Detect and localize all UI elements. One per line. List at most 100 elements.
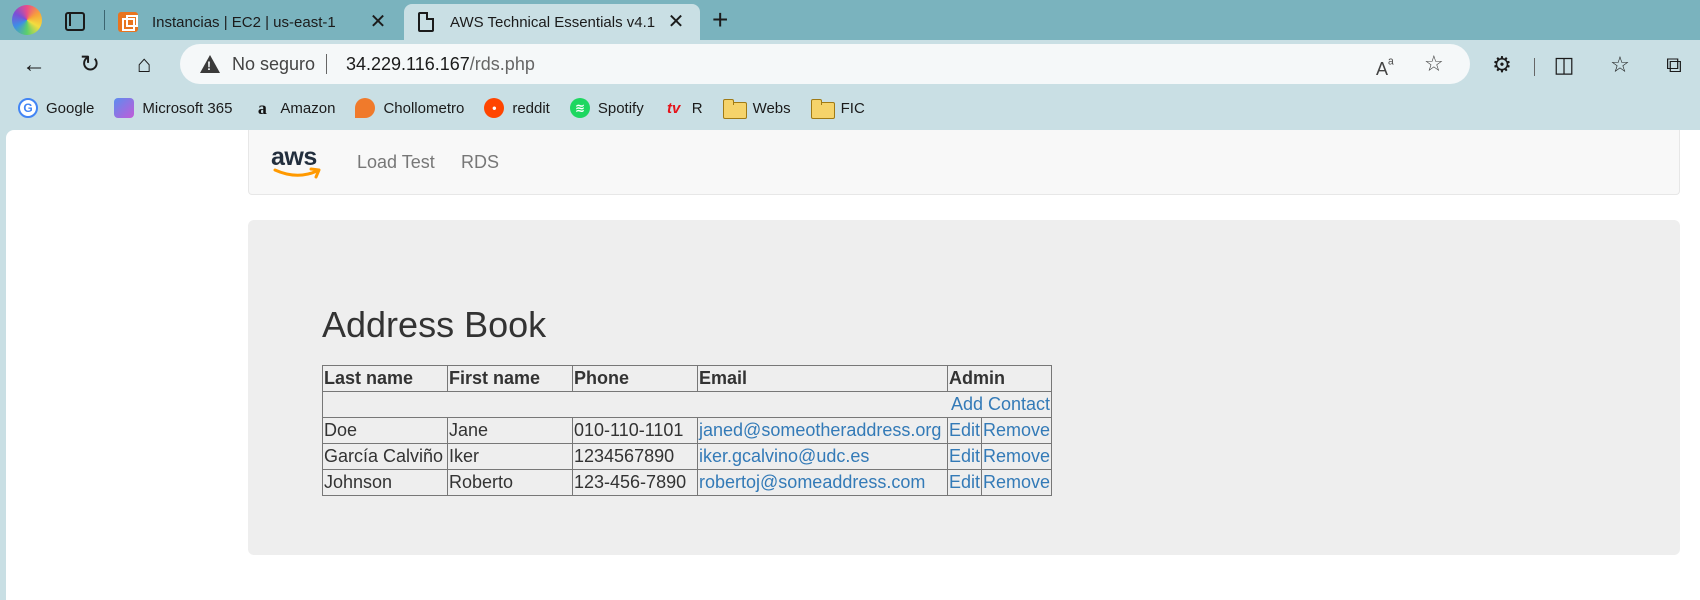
- warning-icon[interactable]: [200, 55, 220, 73]
- read-aloud-icon[interactable]: Aᵃ: [1376, 52, 1394, 81]
- url-text[interactable]: 34.229.116.167/rds.php: [346, 54, 535, 75]
- tab-aws-technical-essentials[interactable]: AWS Technical Essentials v4.1 ✕: [404, 4, 700, 40]
- cell-first-name: Roberto: [447, 469, 573, 496]
- cell-remove: Remove: [981, 469, 1053, 496]
- star-icon[interactable]: ☆: [1424, 52, 1444, 76]
- browser-toolbar: ← ↻ ⌂ No seguro 34.229.116.167/rds.php A…: [0, 40, 1700, 90]
- split-screen-icon[interactable]: ◫: [1550, 52, 1578, 78]
- edit-link[interactable]: Edit: [949, 446, 980, 466]
- cell-first-name: Jane: [447, 417, 573, 444]
- cell-remove: Remove: [981, 417, 1053, 444]
- bookmark-folder-webs[interactable]: Webs: [722, 99, 791, 119]
- header-last-name: Last name: [322, 365, 448, 392]
- remove-link[interactable]: Remove: [983, 420, 1050, 440]
- edit-link[interactable]: Edit: [949, 420, 980, 440]
- address-book-table: Last name First name Phone Email Admin A…: [321, 365, 1053, 496]
- bookmark-folder-fic[interactable]: FIC: [810, 99, 865, 119]
- nav-load-test[interactable]: Load Test: [357, 152, 435, 173]
- bookmark-spotify[interactable]: ≋ Spotify: [569, 98, 644, 118]
- cell-remove: Remove: [981, 443, 1053, 470]
- cell-first-name: Iker: [447, 443, 573, 470]
- table-row: Doe Jane 010-110-1101 janed@someotheradd…: [322, 417, 1053, 444]
- url-host: 34.229.116.167: [346, 54, 470, 74]
- add-contact-cell: Add Contact: [321, 391, 1053, 418]
- security-label[interactable]: No seguro: [232, 54, 315, 75]
- cell-phone: 1234567890: [572, 443, 698, 470]
- aws-smile-icon: [273, 167, 321, 179]
- bookmark-label: reddit: [512, 99, 550, 117]
- cell-email: janed@someotheraddress.org: [697, 417, 948, 444]
- bookmark-reddit[interactable]: • reddit: [484, 98, 550, 118]
- bookmarks-bar: G Google Microsoft 365 a Amazon Chollome…: [0, 90, 1700, 126]
- table-header-row: Last name First name Phone Email Admin: [322, 365, 1053, 392]
- favorites-icon[interactable]: ☆: [1606, 52, 1634, 78]
- bookmark-r[interactable]: tv R: [664, 98, 703, 118]
- bookmark-amazon[interactable]: a Amazon: [252, 97, 336, 118]
- home-icon[interactable]: ⌂: [130, 51, 158, 79]
- nav-rds[interactable]: RDS: [461, 152, 499, 173]
- cell-edit: Edit: [946, 443, 983, 470]
- cell-edit: Edit: [946, 469, 983, 496]
- bookmark-label: Webs: [752, 99, 791, 117]
- bookmark-label: FIC: [840, 99, 865, 117]
- folder-icon: [722, 99, 747, 119]
- tab-divider: [104, 10, 105, 30]
- url-path: /rds.php: [469, 54, 535, 74]
- close-icon[interactable]: ✕: [666, 12, 686, 32]
- bookmark-microsoft-365[interactable]: Microsoft 365: [114, 98, 232, 118]
- toolbar-divider: [1534, 58, 1535, 76]
- bookmark-label: Amazon: [280, 99, 336, 117]
- email-link[interactable]: robertoj@someaddress.com: [699, 472, 925, 492]
- address-bar[interactable]: No seguro 34.229.116.167/rds.php Aᵃ ☆: [180, 44, 1470, 84]
- cell-email: iker.gcalvino@udc.es: [697, 443, 948, 470]
- bookmark-label: Chollometro: [383, 99, 465, 117]
- bookmark-google[interactable]: G Google: [18, 98, 94, 118]
- bookmark-label: Google: [46, 99, 95, 117]
- header-admin: Admin: [946, 365, 1053, 392]
- address-divider: [326, 54, 327, 74]
- tab-ec2-instances[interactable]: Instancias | EC2 | us-east-1 ✕: [112, 4, 402, 40]
- cell-phone: 010-110-1101: [572, 417, 698, 444]
- edit-link[interactable]: Edit: [949, 472, 980, 492]
- cell-last-name: Johnson: [322, 469, 448, 496]
- add-contact-row: Add Contact: [321, 391, 1053, 418]
- site-navbar: aws Load Test RDS: [248, 130, 1680, 195]
- remove-link[interactable]: Remove: [983, 446, 1050, 466]
- google-icon: G: [18, 98, 38, 118]
- extensions-icon[interactable]: ⚙: [1488, 52, 1516, 78]
- tab-title: Instancias | EC2 | us-east-1: [152, 13, 336, 31]
- header-first-name: First name: [447, 365, 573, 392]
- page-viewport: aws Load Test RDS Address Book Last name…: [6, 130, 1700, 600]
- ec2-icon: [118, 12, 138, 32]
- page-title: Address Book: [322, 304, 547, 345]
- bookmark-label: Spotify: [597, 99, 644, 117]
- bookmark-label: R: [691, 99, 703, 117]
- header-phone: Phone: [572, 365, 698, 392]
- cell-phone: 123-456-7890: [572, 469, 698, 496]
- bookmark-chollometro[interactable]: Chollometro: [355, 98, 464, 118]
- cell-last-name: Doe: [322, 417, 448, 444]
- rtve-icon: tv: [667, 99, 681, 117]
- chollometro-icon: [355, 98, 376, 118]
- table-row: García Calviño Iker 1234567890 iker.gcal…: [322, 443, 1053, 470]
- reddit-icon: •: [484, 98, 505, 118]
- table-row: Johnson Roberto 123-456-7890 robertoj@so…: [322, 469, 1053, 496]
- microsoft-365-icon: [114, 98, 135, 118]
- cell-email: robertoj@someaddress.com: [697, 469, 948, 496]
- cell-last-name: García Calviño: [322, 443, 448, 470]
- collections-icon[interactable]: ⧉: [1660, 52, 1688, 78]
- close-icon[interactable]: ✕: [368, 12, 388, 32]
- back-arrow-icon[interactable]: ←: [20, 51, 48, 79]
- cell-edit: Edit: [946, 417, 983, 444]
- refresh-icon[interactable]: ↻: [76, 51, 104, 79]
- email-link[interactable]: janed@someotheraddress.org: [699, 420, 941, 440]
- new-tab-button[interactable]: +: [712, 6, 728, 34]
- amazon-icon: a: [257, 97, 267, 118]
- aws-logo[interactable]: aws: [271, 144, 323, 182]
- email-link[interactable]: iker.gcalvino@udc.es: [699, 446, 869, 466]
- tab-actions-icon[interactable]: [63, 10, 85, 31]
- tab-title: AWS Technical Essentials v4.1: [450, 13, 656, 31]
- add-contact-link[interactable]: Add Contact: [951, 394, 1050, 414]
- profile-avatar[interactable]: [12, 5, 42, 35]
- remove-link[interactable]: Remove: [983, 472, 1050, 492]
